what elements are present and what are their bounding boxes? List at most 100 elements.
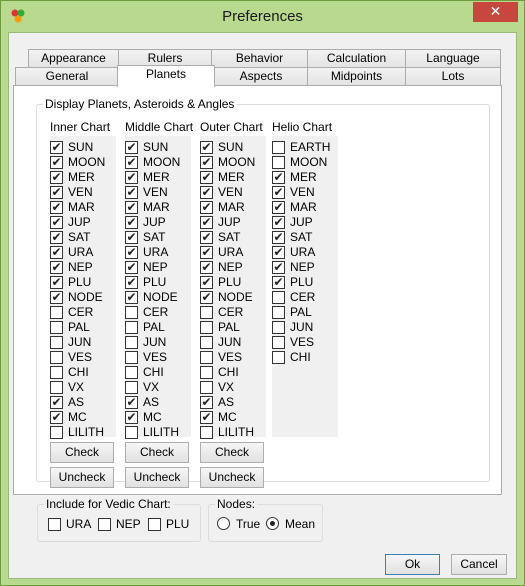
checkbox-row[interactable]: ✔ PLU: [125, 275, 191, 290]
checkbox-unchecked[interactable]: [200, 366, 213, 379]
checkbox-row[interactable]: ✔ VEN: [200, 185, 266, 200]
checkbox-checked[interactable]: ✔: [200, 171, 213, 184]
checkbox-row[interactable]: ✔ VEN: [272, 185, 338, 200]
checkbox-unchecked[interactable]: [50, 381, 63, 394]
mean-radio[interactable]: [266, 517, 279, 530]
checkbox-checked[interactable]: ✔: [50, 216, 63, 229]
cancel-button[interactable]: Cancel: [451, 554, 507, 575]
checkbox-unchecked[interactable]: [125, 351, 138, 364]
checkbox-row[interactable]: ✔ SAT: [50, 230, 116, 245]
checkbox-row[interactable]: ✔ MC: [200, 410, 266, 425]
checkbox-unchecked[interactable]: [125, 336, 138, 349]
checkbox-row[interactable]: JUN: [272, 320, 338, 335]
checkbox-row[interactable]: ✔ MC: [50, 410, 116, 425]
close-button[interactable]: ✕: [473, 2, 518, 22]
checkbox-checked[interactable]: ✔: [125, 171, 138, 184]
checkbox-checked[interactable]: ✔: [50, 141, 63, 154]
checkbox-unchecked[interactable]: [125, 366, 138, 379]
checkbox-row[interactable]: EARTH: [272, 140, 338, 155]
checkbox-checked[interactable]: ✔: [200, 186, 213, 199]
checkbox-row[interactable]: VX: [50, 380, 116, 395]
checkbox-unchecked[interactable]: [272, 321, 285, 334]
checkbox-row[interactable]: ✔ PLU: [272, 275, 338, 290]
checkbox-unchecked[interactable]: [125, 381, 138, 394]
checkbox-unchecked[interactable]: [200, 336, 213, 349]
checkbox-unchecked[interactable]: [272, 336, 285, 349]
checkbox-checked[interactable]: ✔: [50, 156, 63, 169]
checkbox-unchecked[interactable]: [98, 518, 111, 531]
checkbox-checked[interactable]: ✔: [125, 201, 138, 214]
checkbox-row[interactable]: ✔ URA: [125, 245, 191, 260]
checkbox-row[interactable]: ✔ URA: [200, 245, 266, 260]
checkbox-row[interactable]: ✔ VEN: [125, 185, 191, 200]
checkbox-row[interactable]: ✔ AS: [50, 395, 116, 410]
checkbox-row[interactable]: JUN: [200, 335, 266, 350]
checkbox-checked[interactable]: ✔: [200, 291, 213, 304]
checkbox-row[interactable]: URA: [48, 517, 98, 532]
checkbox-row[interactable]: ✔ NODE: [50, 290, 116, 305]
checkbox-row[interactable]: CHI: [200, 365, 266, 380]
checkbox-row[interactable]: ✔ MER: [50, 170, 116, 185]
checkbox-unchecked[interactable]: [50, 306, 63, 319]
checkbox-unchecked[interactable]: [50, 321, 63, 334]
outer-uncheck-button[interactable]: Uncheck: [200, 467, 264, 488]
checkbox-checked[interactable]: ✔: [50, 246, 63, 259]
tab-planets[interactable]: Planets: [117, 65, 215, 87]
checkbox-checked[interactable]: ✔: [125, 261, 138, 274]
middle-check-button[interactable]: Check: [125, 442, 189, 463]
checkbox-checked[interactable]: ✔: [272, 171, 285, 184]
checkbox-checked[interactable]: ✔: [125, 186, 138, 199]
checkbox-row[interactable]: CER: [272, 290, 338, 305]
checkbox-row[interactable]: ✔ SAT: [125, 230, 191, 245]
checkbox-row[interactable]: ✔ NEP: [125, 260, 191, 275]
checkbox-unchecked[interactable]: [50, 366, 63, 379]
checkbox-unchecked[interactable]: [272, 291, 285, 304]
checkbox-row[interactable]: ✔ MAR: [50, 200, 116, 215]
checkbox-row[interactable]: MOON: [272, 155, 338, 170]
checkbox-row[interactable]: PAL: [50, 320, 116, 335]
checkbox-row[interactable]: ✔ SAT: [272, 230, 338, 245]
checkbox-checked[interactable]: ✔: [200, 396, 213, 409]
checkbox-unchecked[interactable]: [200, 351, 213, 364]
tab-aspects[interactable]: Aspects: [214, 67, 308, 86]
checkbox-row[interactable]: LILITH: [125, 425, 191, 440]
checkbox-row[interactable]: LILITH: [200, 425, 266, 440]
checkbox-unchecked[interactable]: [125, 426, 138, 439]
checkbox-row[interactable]: CER: [125, 305, 191, 320]
checkbox-row[interactable]: ✔ JUP: [272, 215, 338, 230]
checkbox-checked[interactable]: ✔: [50, 186, 63, 199]
checkbox-row[interactable]: PAL: [125, 320, 191, 335]
checkbox-unchecked[interactable]: [125, 321, 138, 334]
checkbox-row[interactable]: VX: [200, 380, 266, 395]
checkbox-unchecked[interactable]: [200, 381, 213, 394]
checkbox-row[interactable]: ✔ MC: [125, 410, 191, 425]
checkbox-row[interactable]: ✔ JUP: [125, 215, 191, 230]
ok-button[interactable]: Ok: [385, 554, 440, 575]
checkbox-checked[interactable]: ✔: [125, 396, 138, 409]
checkbox-checked[interactable]: ✔: [272, 261, 285, 274]
checkbox-row[interactable]: ✔ JUP: [200, 215, 266, 230]
checkbox-row[interactable]: ✔ MOON: [125, 155, 191, 170]
checkbox-row[interactable]: VX: [125, 380, 191, 395]
checkbox-checked[interactable]: ✔: [272, 276, 285, 289]
checkbox-row[interactable]: CHI: [125, 365, 191, 380]
checkbox-checked[interactable]: ✔: [50, 276, 63, 289]
checkbox-row[interactable]: ✔ MAR: [125, 200, 191, 215]
checkbox-checked[interactable]: ✔: [200, 411, 213, 424]
checkbox-checked[interactable]: ✔: [50, 171, 63, 184]
checkbox-unchecked[interactable]: [50, 336, 63, 349]
checkbox-unchecked[interactable]: [200, 306, 213, 319]
checkbox-row[interactable]: ✔ NEP: [200, 260, 266, 275]
checkbox-row[interactable]: ✔ SUN: [50, 140, 116, 155]
checkbox-row[interactable]: ✔ URA: [50, 245, 116, 260]
checkbox-checked[interactable]: ✔: [50, 231, 63, 244]
checkbox-checked[interactable]: ✔: [50, 201, 63, 214]
tab-behavior[interactable]: Behavior: [211, 49, 308, 68]
true-radio[interactable]: [217, 517, 230, 530]
checkbox-checked[interactable]: ✔: [125, 276, 138, 289]
checkbox-checked[interactable]: ✔: [125, 231, 138, 244]
checkbox-row[interactable]: ✔ MAR: [272, 200, 338, 215]
checkbox-row[interactable]: ✔ MOON: [200, 155, 266, 170]
checkbox-row[interactable]: PAL: [272, 305, 338, 320]
checkbox-unchecked[interactable]: [272, 351, 285, 364]
